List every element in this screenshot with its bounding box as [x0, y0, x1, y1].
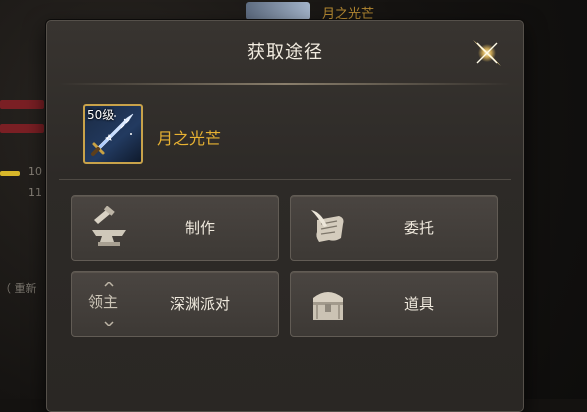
source-abyss-party-button[interactable]: 领主 深渊派对: [71, 271, 279, 337]
close-button[interactable]: [469, 35, 505, 71]
background-red-bar: [0, 124, 44, 133]
source-item-label: 道具: [403, 295, 434, 313]
source-crafting-button[interactable]: 制作: [71, 195, 279, 261]
source-commission-button[interactable]: 委托: [290, 195, 498, 261]
background-item-slot: 月之光芒: [240, 0, 410, 22]
treasure-chest-icon: [313, 292, 343, 320]
lord-icon: 领主: [86, 282, 132, 326]
close-sparkle-icon: [473, 40, 501, 66]
scroll-quill-icon: [311, 210, 344, 242]
title-divider: [59, 83, 511, 85]
acquisition-dialog: 获取途径 50级 月之光芒 制作 委托 领主 深渊派对 道具: [46, 20, 524, 412]
item-level-badge: 50级: [87, 108, 115, 122]
dialog-title: 获取途径: [247, 42, 323, 63]
item-icon-frame: 50级: [83, 104, 143, 164]
section-divider: [59, 179, 511, 180]
item-name: 月之光芒: [157, 129, 222, 148]
source-item-button[interactable]: 道具: [290, 271, 498, 337]
background-yellow-bar: [0, 171, 20, 176]
background-red-bar: [0, 100, 44, 109]
source-abyss-party-label: 深渊派对: [169, 295, 230, 313]
background-item-thumbnail: [246, 2, 310, 20]
background-side-text: （ 重新: [0, 282, 37, 295]
background-number: 11: [28, 186, 42, 199]
anvil-icon: [92, 206, 126, 246]
background-number: 10: [28, 165, 42, 178]
source-commission-label: 委托: [403, 219, 434, 237]
source-crafting-label: 制作: [184, 219, 215, 237]
lord-icon-text: 领主: [88, 293, 119, 311]
